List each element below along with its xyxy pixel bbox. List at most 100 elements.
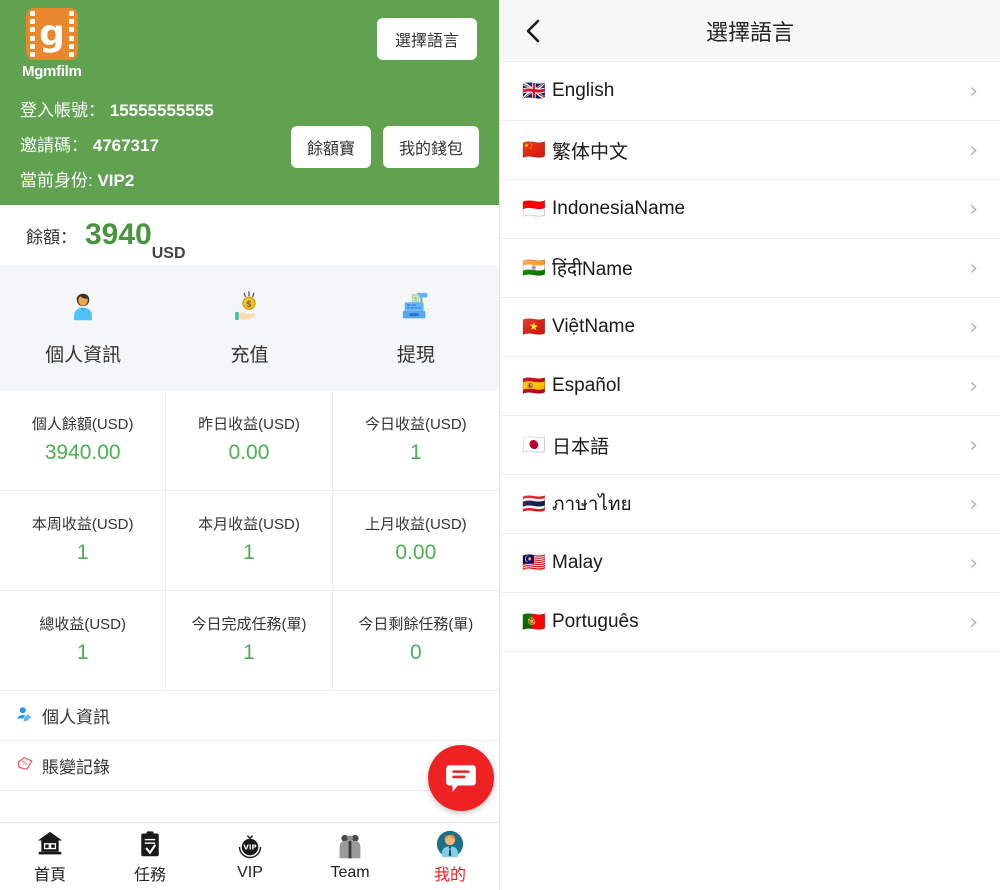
- language-list: 🇬🇧 English › 🇨🇳 繁体中文 › 🇮🇩 IndonesiaName …: [500, 62, 1000, 652]
- bottom-tab-bar: 首頁 任務: [0, 822, 500, 890]
- language-row-malay[interactable]: 🇲🇾 Malay ›: [500, 534, 1000, 593]
- stat-label: 總收益(USD): [39, 616, 126, 635]
- action-personal-info[interactable]: 個人資訊: [0, 290, 166, 367]
- stat-cell: 個人餘額(USD) 3940.00: [0, 391, 166, 491]
- stat-cell: 今日剩餘任務(單) 0: [333, 591, 499, 691]
- chevron-right-icon: ›: [969, 138, 978, 163]
- money-in-hand-icon: $: [166, 290, 332, 332]
- cash-register-icon: $: [333, 290, 499, 332]
- language-name: ภาษาไทย: [552, 489, 969, 519]
- stat-cell: 本周收益(USD) 1: [0, 491, 166, 591]
- stat-cell: 上月收益(USD) 0.00: [333, 491, 499, 591]
- menu-item-personal-info[interactable]: 個人資訊: [0, 691, 499, 741]
- login-account-line: 登入帳號： 15555555555: [20, 96, 214, 121]
- tab-home-label: 首頁: [0, 861, 100, 885]
- language-name: Español: [552, 375, 969, 397]
- balance-label: 餘額：: [26, 223, 77, 248]
- yuebao-button[interactable]: 餘額寶: [291, 126, 371, 168]
- chevron-right-icon: ›: [969, 197, 978, 222]
- task-clipboard-icon: [100, 829, 200, 859]
- flag-icon-gb: 🇬🇧: [522, 82, 552, 101]
- vip-level-value: VIP2: [97, 171, 134, 190]
- vip-icon: VIP: [200, 832, 300, 862]
- invite-code-line: 邀請碼： 4767317: [20, 131, 214, 156]
- chat-support-button-left[interactable]: [428, 745, 494, 811]
- tab-profile-label: 我的: [400, 861, 500, 885]
- profile-avatar-icon: [400, 829, 500, 859]
- select-language-button[interactable]: 選擇語言: [377, 18, 477, 60]
- stat-value: 1: [243, 641, 255, 665]
- profile-menu: 個人資訊 % 賬變記錄: [0, 691, 499, 791]
- tab-vip-label: VIP: [200, 864, 300, 882]
- menu-item-label: 個人資訊: [42, 703, 110, 728]
- language-name: 日本語: [552, 432, 969, 459]
- language-row-english[interactable]: 🇬🇧 English ›: [500, 62, 1000, 121]
- language-row-indonesia[interactable]: 🇮🇩 IndonesiaName ›: [500, 180, 1000, 239]
- action-recharge-label: 充值: [166, 340, 332, 367]
- language-name: ViệtName: [552, 316, 969, 338]
- vip-level-line: 當前身份: VIP2: [20, 166, 214, 191]
- tab-profile[interactable]: 我的: [400, 829, 500, 885]
- language-name: 繁体中文: [552, 137, 969, 164]
- stat-label: 上月收益(USD): [365, 516, 467, 535]
- tab-home[interactable]: 首頁: [0, 829, 100, 885]
- stat-value: 0.00: [229, 441, 270, 465]
- language-name: हिंदीName: [552, 255, 969, 281]
- brand-logo: g Mgmfilm: [22, 8, 114, 80]
- stat-value: 1: [410, 441, 422, 465]
- flag-icon-in: 🇮🇳: [522, 259, 552, 278]
- flag-icon-th: 🇹🇭: [522, 495, 552, 514]
- language-row-portuguese[interactable]: 🇵🇹 Português ›: [500, 593, 1000, 652]
- language-row-chinese[interactable]: 🇨🇳 繁体中文 ›: [500, 121, 1000, 180]
- chevron-right-icon: ›: [969, 433, 978, 458]
- stat-cell: 本月收益(USD) 1: [166, 491, 332, 591]
- app-screen: g Mgmfilm 選擇語言 登入帳號： 15555555555 邀請碼： 47…: [0, 0, 1000, 890]
- stat-value: 3940.00: [45, 441, 121, 465]
- invite-code-label: 邀請碼：: [20, 136, 88, 155]
- stat-value: 0: [410, 641, 422, 665]
- language-row-hindi[interactable]: 🇮🇳 हिंदीName ›: [500, 239, 1000, 298]
- svg-text:$: $: [414, 296, 418, 302]
- film-perforations-right: [69, 11, 74, 57]
- my-wallet-button[interactable]: 我的錢包: [383, 126, 479, 168]
- flag-icon-jp: 🇯🇵: [522, 436, 552, 455]
- team-icon: [300, 832, 400, 862]
- percent-tag-icon: %: [16, 755, 42, 777]
- language-row-spanish[interactable]: 🇪🇸 Español ›: [500, 357, 1000, 416]
- profile-panel: g Mgmfilm 選擇語言 登入帳號： 15555555555 邀請碼： 47…: [0, 0, 500, 890]
- balance-value: 3940: [85, 220, 152, 250]
- stat-cell: 昨日收益(USD) 0.00: [166, 391, 332, 491]
- stat-label: 昨日收益(USD): [198, 416, 300, 435]
- stat-cell: 今日完成任務(單) 1: [166, 591, 332, 691]
- action-withdraw-label: 提現: [333, 340, 499, 367]
- language-row-thai[interactable]: 🇹🇭 ภาษาไทย ›: [500, 475, 1000, 534]
- login-account-value: 15555555555: [110, 101, 214, 120]
- flag-icon-pt: 🇵🇹: [522, 613, 552, 632]
- flag-icon-cn: 🇨🇳: [522, 141, 552, 160]
- login-account-label: 登入帳號：: [20, 101, 105, 120]
- flag-icon-vn: 🇻🇳: [522, 318, 552, 337]
- language-panel-header: 選擇語言: [500, 0, 1000, 62]
- tab-vip[interactable]: VIP VIP: [200, 832, 300, 882]
- tab-tasks[interactable]: 任務: [100, 829, 200, 885]
- balance-currency: USD: [152, 245, 186, 265]
- stat-label: 本周收益(USD): [32, 516, 134, 535]
- chevron-right-icon: ›: [969, 315, 978, 340]
- language-row-japanese[interactable]: 🇯🇵 日本語 ›: [500, 416, 1000, 475]
- language-panel-title: 選擇語言: [500, 15, 1000, 47]
- vip-level-label: 當前身份:: [20, 171, 93, 190]
- chat-bubble-icon: [444, 761, 478, 795]
- tab-team-label: Team: [300, 864, 400, 882]
- language-row-vietnamese[interactable]: 🇻🇳 ViệtName ›: [500, 298, 1000, 357]
- home-icon: [0, 829, 100, 859]
- film-perforations-left: [30, 11, 35, 57]
- chevron-right-icon: ›: [969, 374, 978, 399]
- language-name: Português: [552, 611, 969, 633]
- tab-team[interactable]: Team: [300, 832, 400, 882]
- menu-item-account-records[interactable]: % 賬變記錄: [0, 741, 499, 791]
- action-recharge[interactable]: $ 充值: [166, 290, 332, 367]
- back-chevron-icon[interactable]: [522, 18, 544, 44]
- action-personal-info-label: 個人資訊: [0, 340, 166, 367]
- action-withdraw[interactable]: $ 提現: [333, 290, 499, 367]
- quick-actions: 個人資訊 $ 充值: [0, 265, 499, 391]
